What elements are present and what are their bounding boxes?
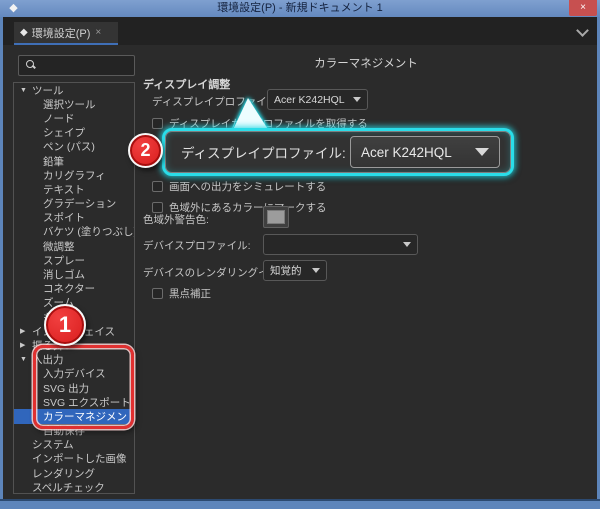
window-close-button[interactable]: × xyxy=(569,0,597,16)
search-input[interactable] xyxy=(39,57,129,74)
sidebar-item-bucket[interactable]: バケツ (塗りつぶし) xyxy=(14,225,134,239)
window-titlebar: ◆ 環境設定(P) - 新規ドキュメント 1 × xyxy=(0,0,600,17)
sidebar-item-label: 微調整 xyxy=(43,239,75,254)
simulate-output-label: 画面への出力をシミュレートする xyxy=(169,179,326,194)
tab-label: 環境設定(P) xyxy=(32,25,91,41)
sidebar-item-label: スペルチェック xyxy=(32,480,105,494)
sidebar-item-pen[interactable]: ペン (パス) xyxy=(14,140,134,154)
sidebar-item-connector[interactable]: コネクター xyxy=(14,282,134,296)
window-border-left xyxy=(0,17,3,499)
sidebar-item-label: インポートした画像 xyxy=(32,451,127,466)
sidebar-item-system[interactable]: システム xyxy=(14,438,134,452)
page-title: カラーマネジメント xyxy=(135,55,597,71)
annotation-step-1-badge: 1 xyxy=(44,304,86,346)
retrieve-profile-checkbox[interactable] xyxy=(152,118,163,129)
black-point-checkbox[interactable] xyxy=(152,288,163,299)
expander-open-icon[interactable]: ▼ xyxy=(20,87,32,94)
sidebar-item-node[interactable]: ノード xyxy=(14,111,134,125)
tab-bar: ◆ 環境設定(P) × xyxy=(3,17,597,45)
sidebar-item-calligraphy[interactable]: カリグラフィ xyxy=(14,168,134,182)
sidebar-item-label: システム xyxy=(32,437,74,452)
annotation-highlight-box xyxy=(33,345,134,429)
search-icon xyxy=(26,60,35,69)
sidebar-item-tools[interactable]: ▼ツール xyxy=(14,83,134,97)
expander-closed-icon[interactable]: ▶ xyxy=(20,341,32,349)
expander-closed-icon[interactable]: ▶ xyxy=(20,327,32,335)
sidebar-item-gradient[interactable]: グラデーション xyxy=(14,197,134,211)
tab-close-icon[interactable]: × xyxy=(95,27,101,38)
window-border-bottom xyxy=(0,499,600,509)
callout-display-profile-value: Acer K242HQL xyxy=(361,145,475,160)
sidebar-tree: ▼ツール選択ツールノードシェイプペン (パス)鉛筆カリグラフィテキストグラデーシ… xyxy=(13,82,135,494)
sidebar-item-tweak[interactable]: 微調整 xyxy=(14,239,134,253)
simulate-output-checkbox[interactable] xyxy=(152,181,163,192)
sidebar-item-label: 鉛筆 xyxy=(43,154,64,169)
warning-color-swatch-inner xyxy=(267,210,285,224)
window-title: 環境設定(P) - 新規ドキュメント 1 xyxy=(0,0,600,17)
sidebar-item-dropper[interactable]: スポイト xyxy=(14,211,134,225)
sidebar-item-label: スポイト xyxy=(43,210,85,225)
sidebar-item-label: カリグラフィ xyxy=(43,168,106,183)
chevron-down-icon[interactable] xyxy=(578,26,587,35)
warning-color-swatch[interactable] xyxy=(263,206,289,228)
sidebar-item-imported-images[interactable]: インポートした画像 xyxy=(14,452,134,466)
search-box[interactable] xyxy=(18,55,135,76)
sidebar-item-label: スプレー xyxy=(43,253,85,268)
sidebar-item-shapes[interactable]: シェイプ xyxy=(14,126,134,140)
device-profile-dropdown[interactable] xyxy=(263,234,418,255)
rendering-intent-dropdown[interactable]: 知覚的 xyxy=(263,260,327,281)
sidebar-item-label: ペン (パス) xyxy=(43,139,95,154)
sidebar-item-label: ツール xyxy=(32,83,64,98)
dropdown-caret-icon xyxy=(353,97,361,102)
black-point-label: 黒点補正 xyxy=(169,286,211,301)
tab-preferences[interactable]: ◆ 環境設定(P) × xyxy=(14,22,118,45)
sidebar-item-spellcheck[interactable]: スペルチェック xyxy=(14,480,134,494)
black-point-checkbox-row: 黒点補正 xyxy=(152,286,211,301)
display-profile-value: Acer K242HQL xyxy=(274,94,349,106)
annotation-zoom-callout: ディスプレイプロファイル: Acer K242HQL xyxy=(162,128,514,176)
sidebar-item-label: グラデーション xyxy=(43,196,116,211)
sidebar-item-spray[interactable]: スプレー xyxy=(14,253,134,267)
dropdown-caret-icon xyxy=(403,242,411,247)
device-profile-label: デバイスプロファイル: xyxy=(143,238,251,253)
display-adjustment-heading: ディスプレイ調整 xyxy=(143,76,230,92)
expander-open-icon[interactable]: ▼ xyxy=(20,356,32,363)
display-profile-dropdown[interactable]: Acer K242HQL xyxy=(267,89,368,110)
inkscape-logo-icon: ◆ xyxy=(20,27,28,38)
sidebar-item-label: シェイプ xyxy=(43,125,85,140)
sidebar-item-label: 消しゴム xyxy=(43,267,85,282)
sidebar-item-eraser[interactable]: 消しゴム xyxy=(14,267,134,281)
sidebar-item-label: レンダリング xyxy=(32,466,95,481)
annotation-step-2-badge: 2 xyxy=(128,133,163,168)
callout-display-profile-label: ディスプレイプロファイル: xyxy=(165,142,349,162)
out-of-gamut-color-label: 色域外警告色: xyxy=(143,212,209,227)
simulate-output-checkbox-row: 画面への出力をシミュレートする xyxy=(152,179,326,194)
sidebar-item-label: バケツ (塗りつぶし) xyxy=(43,224,135,239)
sidebar-item-selector-tool[interactable]: 選択ツール xyxy=(14,97,134,111)
sidebar-item-rendering[interactable]: レンダリング xyxy=(14,466,134,480)
preferences-window: ◆ 環境設定(P) - 新規ドキュメント 1 × ◆ 環境設定(P) × ▼ツー… xyxy=(0,0,600,509)
sidebar-item-label: 選択ツール xyxy=(43,97,96,112)
sidebar-item-label: テキスト xyxy=(43,182,85,197)
callout-display-profile-dropdown: Acer K242HQL xyxy=(350,136,500,168)
dropdown-caret-icon xyxy=(475,148,489,156)
sidebar-item-label: コネクター xyxy=(43,281,95,296)
dropdown-caret-icon xyxy=(312,268,320,273)
sidebar-item-label: ノード xyxy=(43,111,75,126)
rendering-intent-value: 知覚的 xyxy=(270,263,308,278)
sidebar-item-text[interactable]: テキスト xyxy=(14,182,134,196)
sidebar-item-pencil[interactable]: 鉛筆 xyxy=(14,154,134,168)
